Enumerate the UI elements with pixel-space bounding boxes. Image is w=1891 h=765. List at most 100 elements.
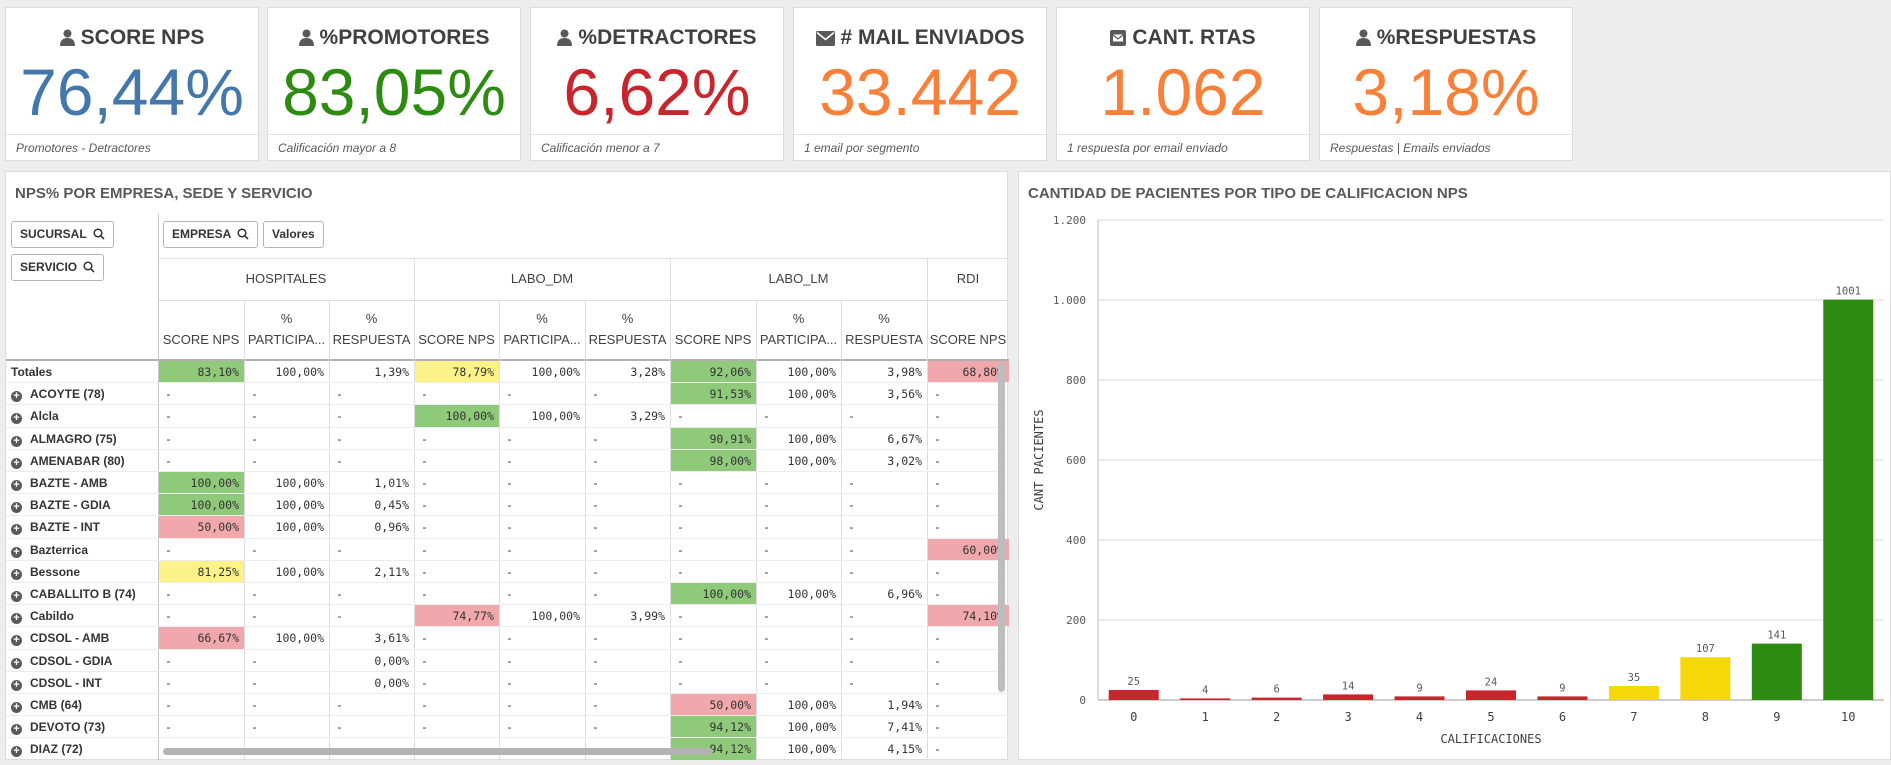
table-cell[interactable]: - bbox=[757, 516, 841, 538]
expand-plus-icon[interactable]: + bbox=[11, 413, 22, 425]
table-cell[interactable]: - bbox=[245, 405, 329, 427]
table-cell[interactable]: 100,00% bbox=[757, 361, 841, 383]
table-cell[interactable]: - bbox=[500, 627, 585, 649]
table-cell[interactable]: - bbox=[928, 650, 1009, 672]
table-cell[interactable]: - bbox=[330, 405, 414, 427]
table-cell[interactable]: - bbox=[500, 650, 585, 672]
expand-plus-icon[interactable]: + bbox=[11, 524, 22, 536]
table-cell[interactable]: 1,01% bbox=[330, 472, 414, 494]
table-cell[interactable]: 3,02% bbox=[842, 450, 927, 472]
expand-plus-icon[interactable]: + bbox=[11, 435, 22, 447]
table-cell[interactable]: - bbox=[500, 494, 585, 516]
expand-plus-icon[interactable]: + bbox=[11, 657, 22, 669]
row-label[interactable]: + AMENABAR (80) bbox=[11, 450, 125, 472]
table-cell[interactable]: - bbox=[330, 716, 414, 738]
table-cell[interactable]: 2,11% bbox=[330, 561, 414, 583]
table-cell[interactable]: 3,99% bbox=[586, 605, 670, 627]
table-cell[interactable]: 100,00% bbox=[757, 583, 841, 605]
table-cell[interactable]: - bbox=[586, 383, 670, 405]
row-label[interactable]: + BAZTE - AMB bbox=[11, 472, 108, 494]
row-label[interactable]: + CDSOL - INT bbox=[11, 672, 102, 694]
table-cell[interactable]: 100,00% bbox=[500, 605, 585, 627]
table-cell[interactable]: - bbox=[757, 539, 841, 561]
table-cell[interactable]: - bbox=[330, 428, 414, 450]
table-cell[interactable]: - bbox=[415, 383, 499, 405]
table-cell[interactable]: 100,00% bbox=[159, 472, 244, 494]
table-cell[interactable]: - bbox=[245, 605, 329, 627]
table-cell[interactable]: 1,39% bbox=[330, 361, 414, 383]
table-cell[interactable]: 100,00% bbox=[500, 361, 585, 383]
nps-bar-chart[interactable]: 0 200 400 600 800 1.000 1.200 25 0 4 1 6 2 14 3 9 4 24 5 9 6… bbox=[1019, 172, 1891, 761]
table-cell[interactable]: - bbox=[415, 472, 499, 494]
kpi-respuestas[interactable]: %RESPUESTAS 3,18% Respuestas | Emails en… bbox=[1319, 7, 1573, 161]
table-cell[interactable]: - bbox=[586, 650, 670, 672]
measure-header[interactable]: RESPUESTA bbox=[585, 331, 670, 348]
table-cell[interactable]: - bbox=[415, 583, 499, 605]
table-cell[interactable]: - bbox=[928, 450, 1009, 472]
table-cell[interactable]: - bbox=[159, 450, 244, 472]
table-cell[interactable]: 100,00% bbox=[500, 405, 585, 427]
table-cell[interactable]: 100,00% bbox=[757, 738, 841, 760]
bar-0[interactable] bbox=[1108, 690, 1159, 700]
table-cell[interactable]: - bbox=[586, 627, 670, 649]
table-cell[interactable]: 100,00% bbox=[245, 561, 329, 583]
table-cell[interactable]: 100,00% bbox=[245, 472, 329, 494]
table-cell[interactable]: - bbox=[586, 494, 670, 516]
measure-header[interactable]: RESPUESTA bbox=[841, 331, 927, 348]
bar-1[interactable] bbox=[1180, 698, 1231, 700]
table-cell[interactable]: 3,28% bbox=[586, 361, 670, 383]
table-cell[interactable]: - bbox=[330, 605, 414, 627]
table-cell[interactable]: - bbox=[500, 539, 585, 561]
table-cell[interactable]: - bbox=[415, 627, 499, 649]
row-label[interactable]: + DIAZ (72) bbox=[11, 738, 83, 760]
row-label[interactable]: + ALMAGRO (75) bbox=[11, 428, 117, 450]
table-cell[interactable]: - bbox=[415, 672, 499, 694]
table-cell[interactable]: - bbox=[671, 650, 756, 672]
table-cell[interactable]: - bbox=[245, 716, 329, 738]
table-cell[interactable]: - bbox=[586, 716, 670, 738]
table-cell[interactable]: - bbox=[757, 605, 841, 627]
measure-header[interactable]: PARTICIPA... bbox=[499, 331, 585, 348]
table-cell[interactable]: 60,00% bbox=[928, 538, 1009, 561]
table-cell[interactable]: - bbox=[245, 450, 329, 472]
kpi-mail-enviados[interactable]: # MAIL ENVIADOS 33.442 1 email por segme… bbox=[793, 7, 1047, 161]
table-cell[interactable]: 0,00% bbox=[330, 650, 414, 672]
table-cell[interactable]: - bbox=[928, 472, 1009, 494]
table-cell[interactable]: - bbox=[842, 516, 927, 538]
expand-plus-icon[interactable]: + bbox=[11, 746, 22, 758]
row-label[interactable]: + Bazterrica bbox=[11, 539, 88, 561]
expand-plus-icon[interactable]: + bbox=[11, 591, 22, 602]
table-cell[interactable]: - bbox=[500, 561, 585, 583]
table-cell[interactable]: - bbox=[415, 561, 499, 583]
table-cell[interactable]: - bbox=[245, 650, 329, 672]
table-cell[interactable]: - bbox=[757, 672, 841, 694]
table-cell[interactable]: - bbox=[415, 450, 499, 472]
table-cell[interactable]: 92,06% bbox=[671, 361, 756, 383]
bar-2[interactable] bbox=[1251, 697, 1302, 700]
table-cell[interactable]: - bbox=[842, 539, 927, 561]
table-cell[interactable]: - bbox=[586, 450, 670, 472]
table-cell[interactable]: - bbox=[159, 539, 244, 561]
table-cell[interactable]: - bbox=[500, 716, 585, 738]
bar-5[interactable] bbox=[1465, 690, 1517, 700]
table-cell[interactable]: - bbox=[671, 516, 756, 538]
table-cell[interactable]: - bbox=[928, 627, 1009, 649]
table-cell[interactable]: - bbox=[245, 694, 329, 716]
row-dim-sucursal-chip[interactable]: SUCURSAL bbox=[11, 221, 114, 248]
table-cell[interactable]: 100,00% bbox=[159, 494, 244, 517]
table-cell[interactable]: - bbox=[842, 405, 927, 427]
table-cell[interactable]: - bbox=[586, 428, 670, 450]
table-cell[interactable]: 100,00% bbox=[245, 516, 329, 538]
row-label[interactable]: + Cabildo bbox=[11, 605, 74, 627]
table-cell[interactable]: - bbox=[586, 472, 670, 494]
table-cell[interactable]: 100,00% bbox=[245, 494, 329, 516]
table-cell[interactable]: - bbox=[928, 428, 1009, 450]
group-header-rdi[interactable]: RDI bbox=[927, 258, 1009, 300]
table-cell[interactable]: - bbox=[415, 428, 499, 450]
row-label[interactable]: + CDSOL - AMB bbox=[11, 627, 109, 649]
expand-plus-icon[interactable]: + bbox=[11, 568, 22, 580]
table-cell[interactable]: - bbox=[842, 672, 927, 694]
table-cell[interactable]: - bbox=[159, 694, 244, 716]
table-cell[interactable]: - bbox=[586, 516, 670, 538]
expand-plus-icon[interactable]: + bbox=[11, 702, 22, 713]
